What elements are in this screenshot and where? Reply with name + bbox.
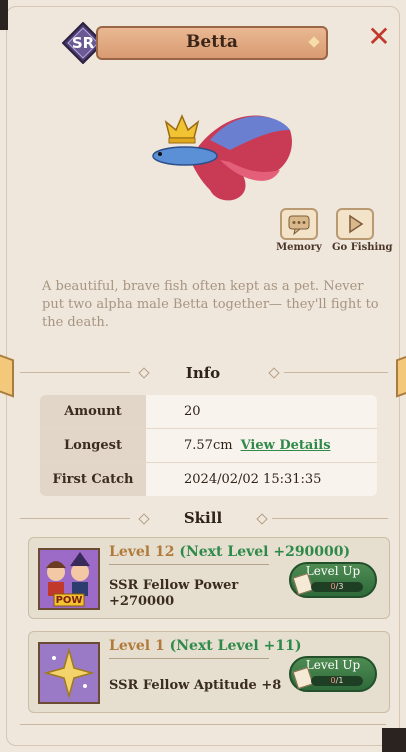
skill-underline [109,658,269,659]
level-up-progress: 0/3 [311,582,363,592]
view-details-link[interactable]: View Details [241,438,331,453]
skill-level: Level 1 [109,638,165,654]
amount-value: 20 [184,404,201,419]
close-x-icon[interactable]: ✕ [366,23,392,51]
info-label: First Catch [40,463,146,496]
fellow-power-skill-icon: POW [38,548,100,610]
skill-heading: Skill [183,509,223,527]
progress-total: /1 [335,676,344,685]
progress-total: /3 [335,582,344,591]
skill-card: POW Level 12 (Next Level +290000) SSR Fe… [28,537,390,619]
fellow-aptitude-skill-icon [38,642,100,704]
memory-label: Memory [276,242,322,253]
skill-underline [109,564,269,565]
skill-level-text: Level 1 (Next Level +11) [109,638,301,654]
info-label: Amount [40,395,146,428]
corner-shadow [0,0,8,30]
memory-button[interactable]: Memory [276,208,322,253]
arrow-right-icon [336,208,374,240]
corner-shadow [382,728,406,752]
chat-bubble-icon [280,208,318,240]
skill-next-level: (Next Level +11) [169,638,302,654]
skill-description: SSR Fellow Aptitude +8 [109,678,281,694]
go-fishing-button[interactable]: Go Fishing [332,208,393,253]
info-row-longest: Longest 7.57cm View Details [40,429,377,463]
first-catch-value: 2024/02/02 15:31:35 [184,472,322,487]
go-fishing-label: Go Fishing [332,242,393,253]
pow-badge: POW [55,595,83,606]
skill-desc-line: +270000 [109,594,175,609]
fish-description: A beautiful, brave fish often kept as a … [42,279,379,330]
skill-next-level: (Next Level +290000) [179,544,351,560]
info-value: 2024/02/02 15:31:35 [146,463,377,496]
skill-level: Level 12 [109,544,175,560]
title-plate: Betta [96,26,328,60]
level-up-progress: 0/1 [311,676,363,686]
bottom-divider [20,724,386,725]
info-value: 7.57cm View Details [146,429,377,462]
info-label: Longest [40,429,146,462]
skill-level-text: Level 12 (Next Level +290000) [109,544,350,560]
skill-desc-line: SSR Fellow Power [109,578,239,593]
betta-fish-image [150,100,300,210]
level-up-button[interactable]: Level Up 0/3 [283,562,383,598]
info-row-amount: Amount 20 [40,395,377,429]
longest-value: 7.57cm [184,438,233,453]
fish-name: Betta [186,32,238,52]
skill-card: Level 1 (Next Level +11) SSR Fellow Apti… [28,631,390,713]
fish-detail-panel: SR Betta ✕ Memory Go Fishing A beautiful… [0,0,406,752]
level-up-button[interactable]: Level Up 0/1 [283,656,383,692]
info-value: 20 [146,395,377,428]
info-heading: Info [185,364,221,382]
skill-description: SSR Fellow Power +270000 [109,578,238,610]
info-table: Amount 20 Longest 7.57cm View Details Fi… [40,395,377,496]
skill-desc-line: SSR Fellow Aptitude +8 [109,678,282,693]
info-row-first-catch: First Catch 2024/02/02 15:31:35 [40,463,377,496]
